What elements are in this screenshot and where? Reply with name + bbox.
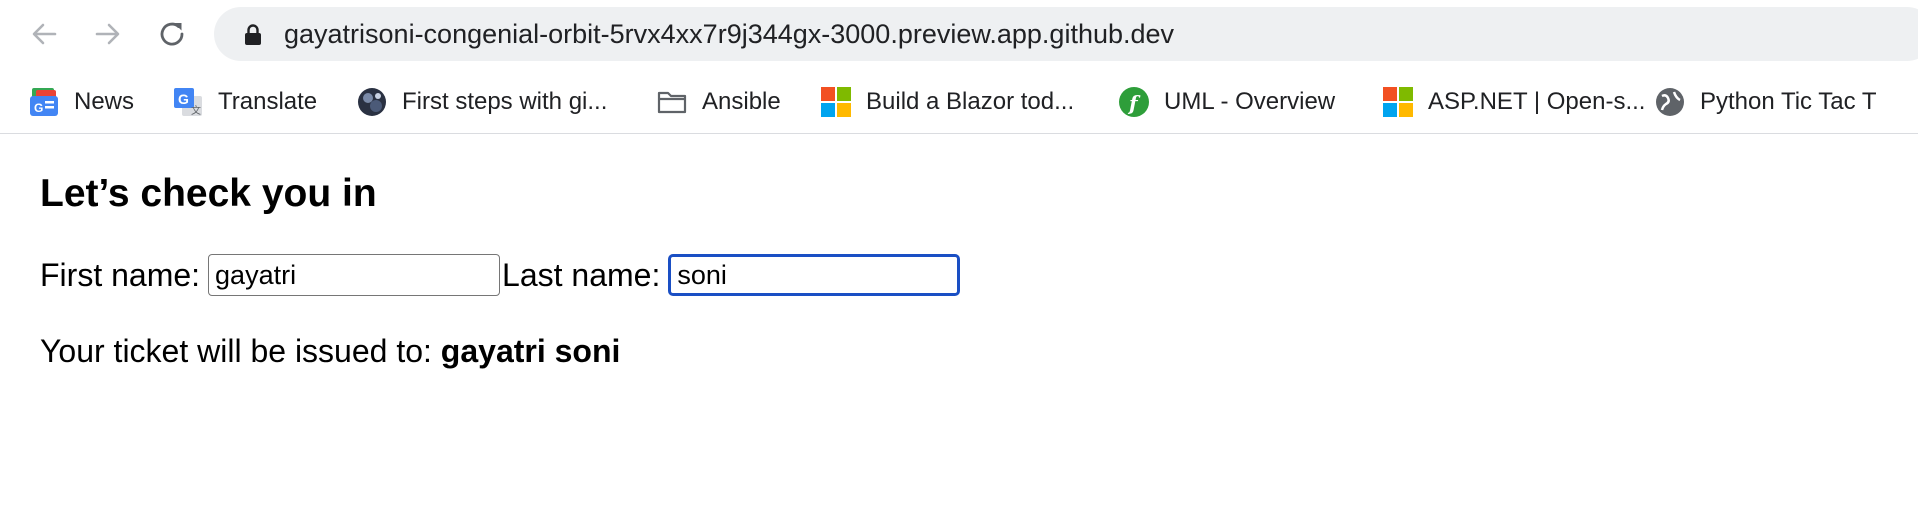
bookmarks-bar: G News G 文 Translate First steps with gi…: [0, 80, 1918, 124]
first-name-label: First name:: [40, 257, 201, 293]
bookmark-uml[interactable]: f UML - Overview: [1118, 80, 1335, 124]
bookmark-label: First steps with gi...: [402, 88, 608, 115]
bookmark-label: ASP.NET | Open-s...: [1428, 88, 1646, 115]
ticket-name: gayatri soni: [440, 333, 621, 369]
lock-icon: [245, 24, 261, 45]
back-button[interactable]: [24, 14, 64, 54]
last-name-input[interactable]: [668, 254, 961, 296]
globe-photo-icon: [356, 86, 388, 118]
bookmark-label: UML - Overview: [1164, 88, 1336, 115]
uml-site-icon: f: [1118, 86, 1150, 118]
bookmark-blazor[interactable]: Build a Blazor tod...: [820, 80, 1074, 124]
ticket-prefix: Your ticket will be issued to:: [40, 333, 441, 369]
svg-text:G: G: [34, 101, 43, 115]
reload-icon: [160, 22, 184, 46]
microsoft-logo-icon: [1382, 86, 1414, 118]
svg-text:文: 文: [191, 104, 201, 117]
google-translate-icon: G 文: [172, 86, 204, 118]
bookmark-ansible[interactable]: Ansible: [656, 80, 781, 124]
forward-button[interactable]: [88, 14, 128, 54]
first-name-input[interactable]: [208, 254, 501, 296]
google-news-icon: G: [28, 86, 60, 118]
bookmark-label: Translate: [218, 88, 318, 115]
reload-button[interactable]: [152, 14, 192, 54]
globe-icon: [1654, 86, 1686, 118]
bookmark-label: News: [74, 88, 135, 115]
ticket-summary: Your ticket will be issued to: gayatri s…: [40, 330, 620, 372]
svg-text:G: G: [178, 91, 189, 107]
folder-icon: [656, 86, 688, 118]
back-arrow-icon: [32, 23, 57, 45]
bookmark-label: Ansible: [702, 88, 781, 115]
page-content: Let’s check you in First name: Last name…: [0, 134, 1918, 530]
name-form: First name: Last name:: [40, 254, 962, 296]
page-title: Let’s check you in: [40, 172, 377, 215]
bookmark-news[interactable]: G News: [28, 80, 134, 124]
microsoft-logo-icon: [820, 86, 852, 118]
address-bar[interactable]: gayatrisoni-congenial-orbit-5rvx4xx7r9j3…: [214, 7, 1918, 61]
bookmark-translate[interactable]: G 文 Translate: [172, 80, 317, 124]
last-name-label: Last name:: [502, 257, 661, 293]
bookmark-aspnet[interactable]: ASP.NET | Open-s...: [1382, 80, 1645, 124]
bookmark-label: Build a Blazor tod...: [866, 88, 1075, 115]
forward-arrow-icon: [95, 23, 120, 45]
address-url[interactable]: gayatrisoni-congenial-orbit-5rvx4xx7r9j3…: [284, 7, 1174, 61]
bookmark-python-tic-tac[interactable]: Python Tic Tac T: [1654, 80, 1877, 124]
bookmark-label: Python Tic Tac T: [1700, 88, 1877, 115]
bookmark-first-steps[interactable]: First steps with gi...: [356, 80, 607, 124]
browser-chrome: gayatrisoni-congenial-orbit-5rvx4xx7r9j3…: [0, 0, 1918, 134]
